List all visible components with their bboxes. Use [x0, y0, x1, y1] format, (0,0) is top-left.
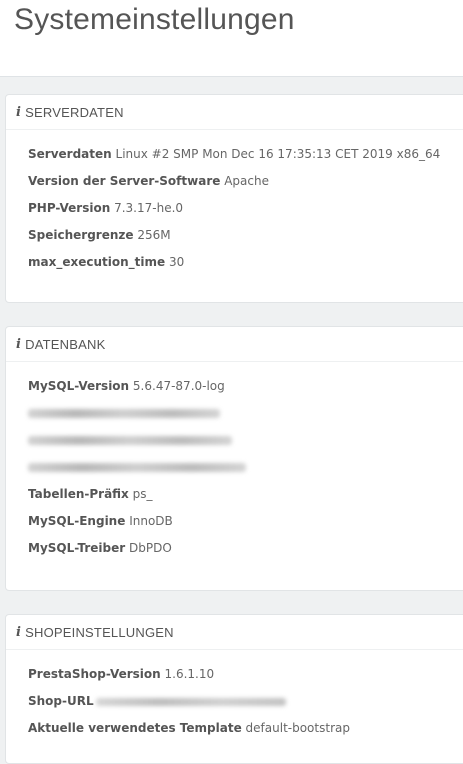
database-panel-heading: i DATENBANK	[6, 327, 463, 362]
server-row-serverdaten: Serverdaten Linux #2 SMP Mon Dec 16 17:3…	[28, 141, 463, 168]
database-row-engine: MySQL-Engine InnoDB	[28, 508, 463, 535]
shop-panel-title: SHOPEINSTELLUNGEN	[25, 624, 174, 640]
shop-row-url: Shop-URL	[28, 688, 463, 715]
row-value: 256M	[137, 228, 171, 242]
server-row-php: PHP-Version 7.3.17-he.0	[28, 195, 463, 222]
row-value: Apache	[224, 174, 269, 188]
database-panel-title: DATENBANK	[25, 336, 106, 352]
redacted-row	[28, 400, 463, 427]
database-row-driver: MySQL-Treiber DbPDO	[28, 535, 463, 562]
redacted-row	[28, 427, 463, 454]
row-label: Version der Server-Software	[28, 174, 221, 188]
shop-panel: i SHOPEINSTELLUNGEN PrestaShop-Version 1…	[5, 614, 463, 764]
redacted-blur	[28, 463, 246, 472]
server-row-memory: Speichergrenze 256M	[28, 222, 463, 249]
row-label: Serverdaten	[28, 147, 112, 161]
row-label: Shop-URL	[28, 694, 94, 708]
redacted-blur	[95, 697, 286, 706]
redacted-blur	[28, 436, 232, 445]
server-panel-title: SERVERDATEN	[25, 104, 124, 120]
row-value: DbPDO	[128, 541, 172, 555]
row-label: Speichergrenze	[28, 228, 134, 242]
redacted-blur	[28, 409, 220, 418]
database-panel: i DATENBANK MySQL-Version 5.6.47-87.0-lo…	[5, 326, 463, 591]
row-label: MySQL-Engine	[28, 514, 126, 528]
server-panel-body: Serverdaten Linux #2 SMP Mon Dec 16 17:3…	[6, 130, 463, 276]
server-row-max-exec: max_execution_time 30	[28, 249, 463, 276]
server-panel: i SERVERDATEN Serverdaten Linux #2 SMP M…	[5, 94, 463, 303]
row-value: 30	[168, 255, 185, 269]
row-label: PrestaShop-Version	[28, 667, 161, 681]
row-label: MySQL-Version	[28, 379, 130, 393]
row-value: default-bootstrap	[245, 721, 350, 735]
row-value: Linux #2 SMP Mon Dec 16 17:35:13 CET 201…	[115, 147, 441, 161]
page-title: Systemeinstellungen	[14, 3, 295, 36]
row-value: 1.6.1.10	[164, 667, 215, 681]
shop-row-version: PrestaShop-Version 1.6.1.10	[28, 661, 463, 688]
page-header: Systemeinstellungen	[0, 0, 463, 77]
info-icon: i	[16, 104, 22, 120]
shop-panel-heading: i SHOPEINSTELLUNGEN	[6, 615, 463, 650]
row-value: ps_	[132, 487, 153, 501]
info-icon: i	[16, 336, 22, 352]
row-label: Aktuelle verwendetes Template	[28, 721, 242, 735]
row-label: Tabellen-Präfix	[28, 487, 129, 501]
row-label: max_execution_time	[28, 255, 166, 269]
database-row-mysql-version: MySQL-Version 5.6.47-87.0-log	[28, 373, 463, 400]
row-value: 5.6.47-87.0-log	[132, 379, 225, 393]
database-panel-body: MySQL-Version 5.6.47-87.0-log Tabellen-P…	[6, 362, 463, 562]
database-row-prefix: Tabellen-Präfix ps_	[28, 481, 463, 508]
shop-panel-body: PrestaShop-Version 1.6.1.10 Shop-URL Akt…	[6, 650, 463, 742]
row-label: PHP-Version	[28, 201, 111, 215]
server-row-software: Version der Server-Software Apache	[28, 168, 463, 195]
redacted-row	[28, 454, 463, 481]
info-icon: i	[16, 624, 22, 640]
row-value: InnoDB	[129, 514, 173, 528]
shop-row-template: Aktuelle verwendetes Template default-bo…	[28, 715, 463, 742]
row-value: 7.3.17-he.0	[114, 201, 184, 215]
server-panel-heading: i SERVERDATEN	[6, 95, 463, 130]
row-label: MySQL-Treiber	[28, 541, 126, 555]
